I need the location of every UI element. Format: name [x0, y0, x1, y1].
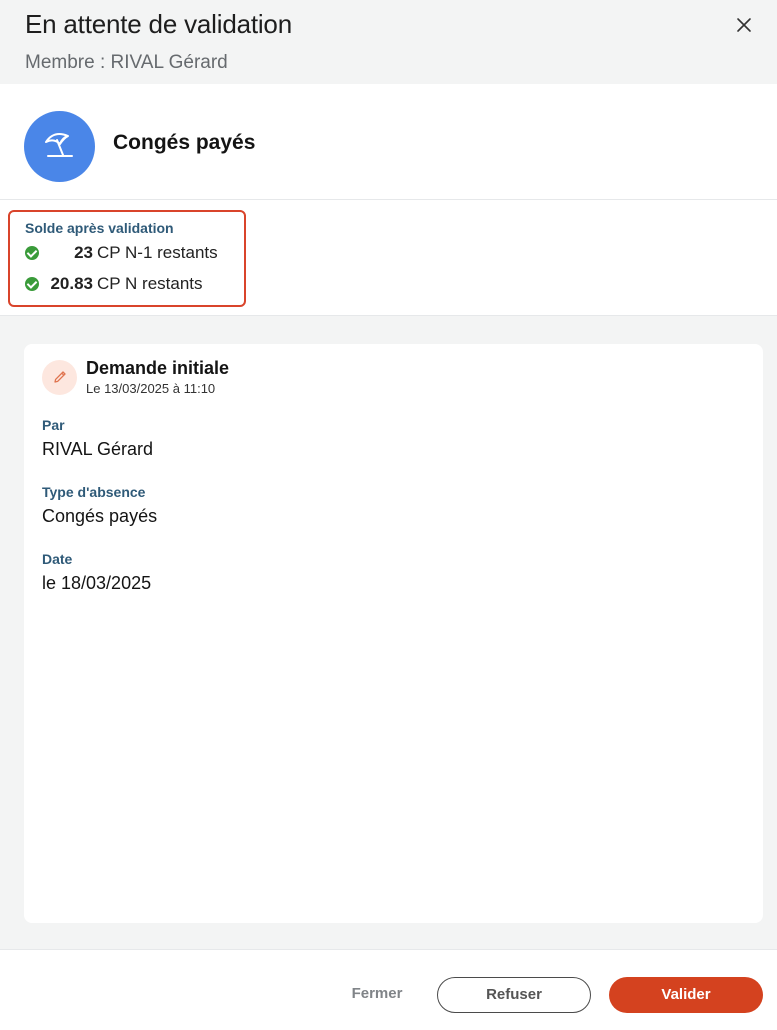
dialog-footer: Fermer Refuser Valider	[0, 949, 777, 1030]
check-circle-icon	[25, 246, 39, 260]
field-label-type: Type d'absence	[42, 484, 146, 500]
refuse-button[interactable]: Refuser	[437, 977, 591, 1013]
dialog-header: En attente de validation Membre : RIVAL …	[0, 0, 777, 84]
field-value-par: RIVAL Gérard	[42, 439, 154, 459]
balance-value: 23	[74, 243, 93, 262]
request-title: Demande initiale	[86, 358, 230, 378]
balance-section: Solde après validation 23 CP N-1 restant…	[0, 200, 777, 316]
balance-value: 20.83	[50, 274, 93, 293]
check-circle-icon	[25, 277, 39, 291]
pencil-icon	[54, 371, 66, 383]
leave-type-badge	[24, 111, 95, 182]
dialog-title: En attente de validation	[25, 9, 292, 39]
request-icon-badge	[42, 360, 77, 395]
field-value-date: le 18/03/2025	[42, 573, 152, 593]
field-label-date: Date	[42, 551, 73, 567]
validate-button[interactable]: Valider	[609, 977, 763, 1013]
beach-umbrella-icon	[45, 133, 73, 157]
leave-type-section: Congés payés	[0, 84, 777, 200]
balance-row-cp-n1: 23 CP N-1 restants	[25, 242, 218, 264]
close-icon[interactable]	[732, 13, 756, 37]
balance-row-cp-n: 20.83 CP N restants	[25, 273, 203, 295]
balance-label: Solde après validation	[25, 220, 174, 236]
request-date: Le 13/03/2025 à 11:10	[86, 381, 216, 396]
request-card: Demande initiale Le 13/03/2025 à 11:10 P…	[24, 344, 763, 923]
field-value-type: Congés payés	[42, 506, 158, 526]
field-label-par: Par	[42, 417, 65, 433]
balance-text: CP N restants	[97, 274, 203, 293]
leave-type-name: Congés payés	[113, 131, 256, 154]
balance-text: CP N-1 restants	[97, 243, 218, 262]
member-name: Membre : RIVAL Gérard	[25, 52, 228, 73]
close-button[interactable]: Fermer	[340, 976, 414, 1012]
